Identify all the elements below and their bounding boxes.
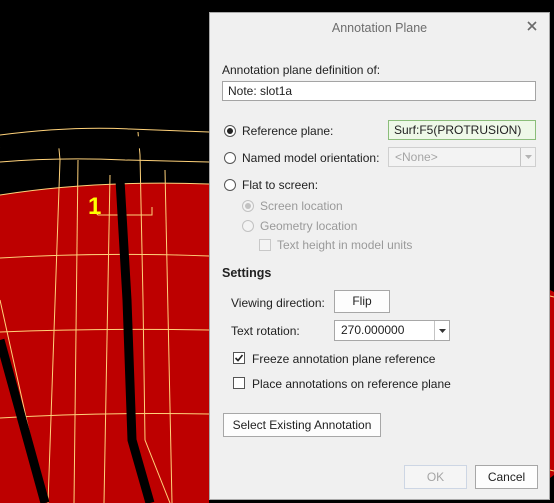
flat-to-screen-label: Flat to screen: [242,178,319,192]
close-icon[interactable] [525,19,539,33]
freeze-reference-checkbox[interactable] [233,352,245,364]
named-orientation-radio[interactable] [224,152,236,164]
named-orientation-value: <None> [395,150,438,164]
cancel-button[interactable]: Cancel [475,465,538,489]
definition-label: Annotation plane definition of: [222,63,381,77]
text-height-label: Text height in model units [277,238,413,252]
screen-location-radio[interactable] [242,200,254,212]
select-existing-annotation-button[interactable]: Select Existing Annotation [223,413,381,437]
viewing-direction-label: Viewing direction: [231,296,325,310]
flat-to-screen-radio[interactable] [224,179,236,191]
reference-plane-label: Reference plane: [242,124,334,138]
reference-plane-field[interactable]: Surf:F5(PROTRUSION) [388,120,536,140]
chevron-down-icon[interactable] [520,148,535,166]
model-surface-right [550,290,554,478]
chevron-down-icon[interactable] [434,321,449,340]
text-rotation-label: Text rotation: [231,324,300,338]
text-height-checkbox[interactable] [259,239,271,251]
definition-field[interactable]: Note: slot1a [222,81,536,101]
annotation-plane-dialog: Annotation Plane Annotation plane defini… [209,12,550,500]
named-orientation-label: Named model orientation: [242,151,380,165]
text-rotation-select[interactable]: 270.000000 [334,320,450,341]
text-rotation-value: 270.000000 [341,323,405,337]
ok-button[interactable]: OK [404,465,467,489]
settings-heading: Settings [222,266,272,280]
reference-plane-radio[interactable] [224,125,236,137]
freeze-reference-label: Freeze annotation plane reference [252,352,436,366]
title-bar[interactable]: Annotation Plane [210,13,549,43]
dialog-title: Annotation Plane [331,21,428,35]
geometry-location-label: Geometry location [260,219,358,233]
geometry-location-radio[interactable] [242,220,254,232]
named-orientation-select[interactable]: <None> [388,147,536,167]
flip-button[interactable]: Flip [334,290,390,313]
screen-location-label: Screen location [260,199,343,213]
place-annotations-checkbox[interactable] [233,377,245,389]
place-annotations-label: Place annotations on reference plane [252,377,451,391]
annotation-label[interactable]: 1 [88,193,101,220]
